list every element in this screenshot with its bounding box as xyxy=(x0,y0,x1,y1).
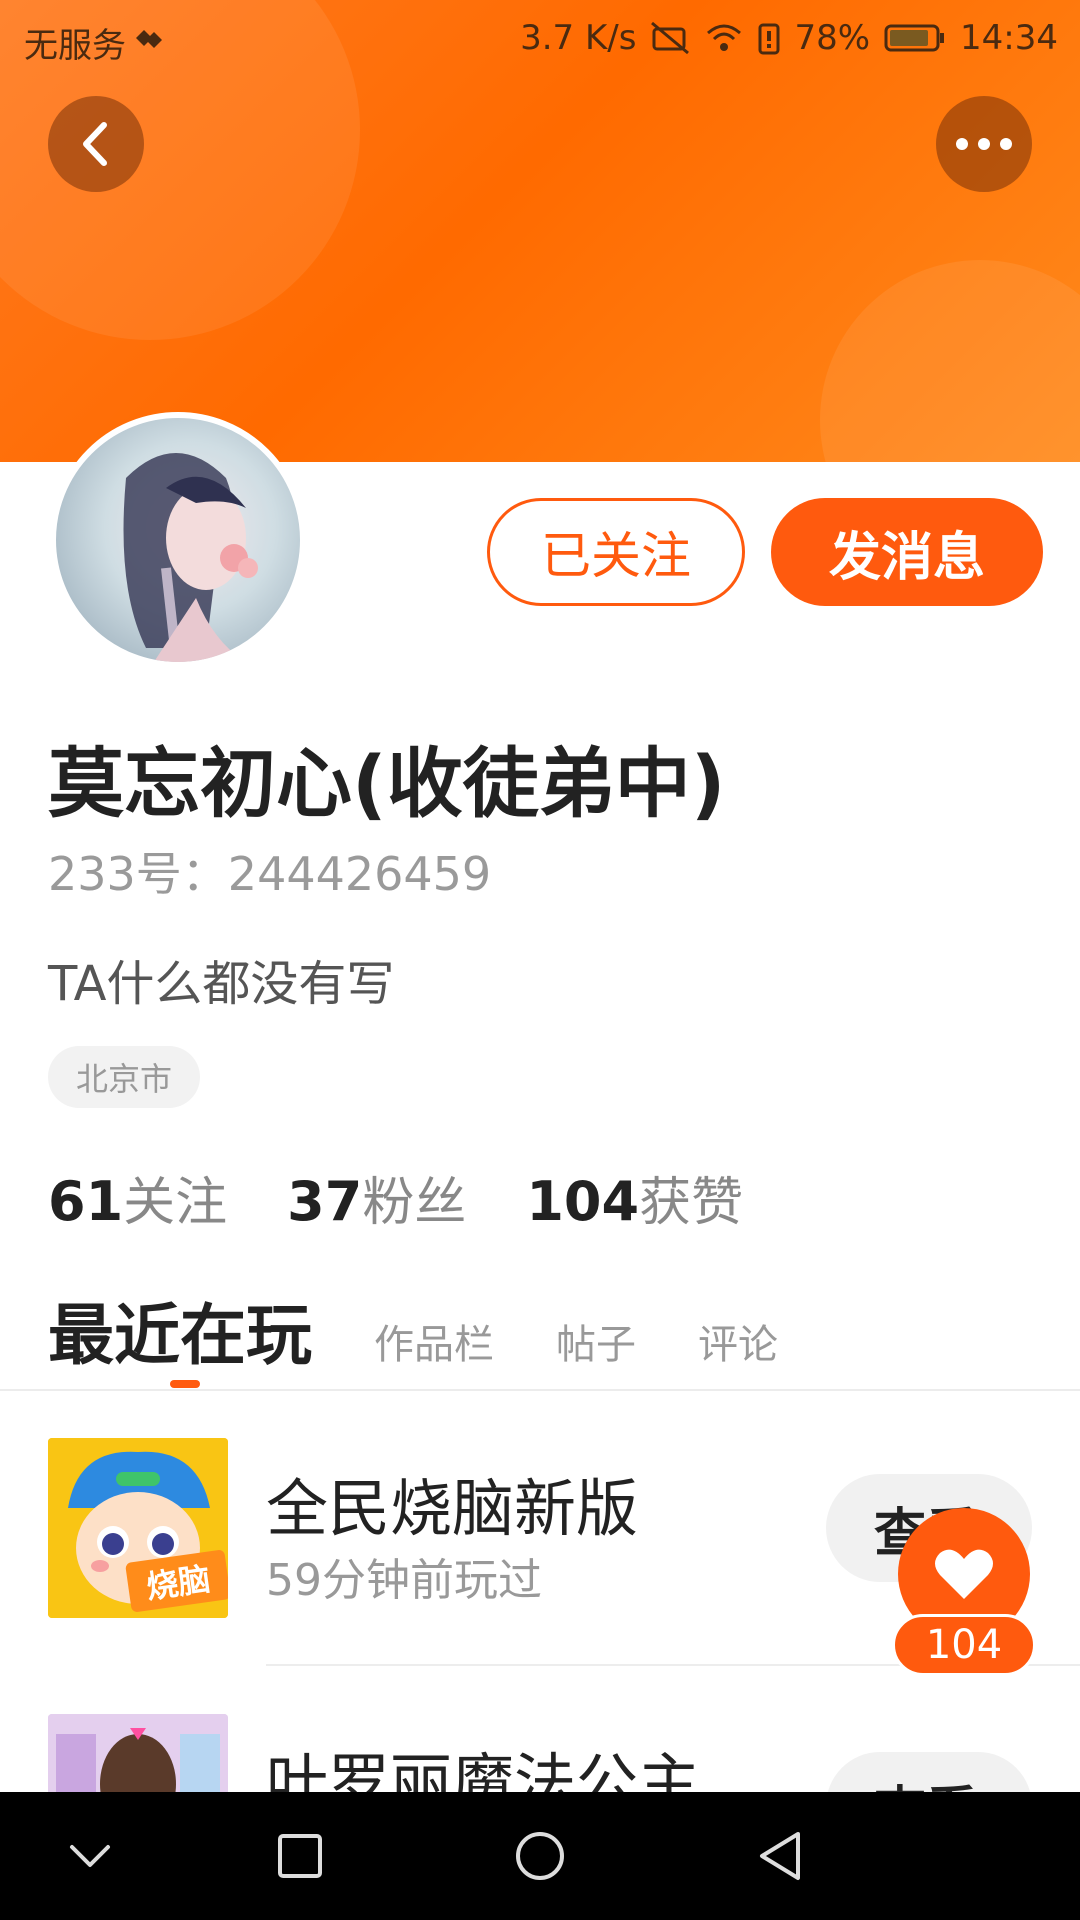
system-nav-bar xyxy=(0,1792,1080,1920)
battery-alert-icon xyxy=(758,23,780,55)
location-tag: 北京市 xyxy=(48,1046,201,1108)
decor-bubble xyxy=(820,260,1080,462)
net-speed-text: 3.7 K/s xyxy=(520,18,637,58)
send-message-button[interactable]: 发消息 xyxy=(771,498,1043,606)
game-icon xyxy=(48,1714,228,1792)
carrier-text: 无服务 xyxy=(24,26,126,66)
view-game-button[interactable]: 查看 xyxy=(826,1752,1032,1792)
stat-value: 37 xyxy=(287,1170,363,1233)
stat-label: 关注 xyxy=(123,1173,228,1233)
tab-posts[interactable]: 帖子 xyxy=(556,1312,636,1370)
chevron-down-icon xyxy=(70,1845,110,1867)
game-icon-art xyxy=(48,1714,228,1792)
game-title: 全民烧脑新版 xyxy=(266,1472,639,1545)
nav-collapse-button[interactable] xyxy=(50,1816,130,1896)
list-item[interactable]: 叶罗丽魔法公主 查看 xyxy=(0,1696,1080,1792)
status-left: 无服务 xyxy=(24,18,166,67)
clock-text: 14:34 xyxy=(960,18,1058,58)
floating-like-button[interactable]: 104 xyxy=(892,1508,1036,1676)
stat-following[interactable]: 61关注 xyxy=(48,1160,227,1235)
chevron-left-icon xyxy=(83,122,107,166)
game-title: 叶罗丽魔法公主 xyxy=(266,1746,701,1792)
game-icon: 烧脑 xyxy=(48,1438,228,1618)
back-button[interactable] xyxy=(48,96,144,192)
more-dots-icon xyxy=(956,138,1012,150)
profile-stats: 61关注 37粉丝 104获赞 xyxy=(48,1160,743,1235)
stat-value: 104 xyxy=(526,1170,640,1233)
more-options-button[interactable] xyxy=(936,96,1032,192)
nav-recents-button[interactable] xyxy=(260,1816,340,1896)
stat-label: 粉丝 xyxy=(362,1173,467,1233)
status-bar: 无服务 3.7 K/s 78% 14:34 xyxy=(0,0,1080,76)
tabs-divider xyxy=(0,1389,1080,1391)
stat-label: 获赞 xyxy=(639,1173,744,1233)
nav-back-button[interactable] xyxy=(740,1816,820,1896)
stat-fans[interactable]: 37粉丝 xyxy=(287,1160,466,1235)
tab-active-indicator xyxy=(170,1380,200,1388)
tab-comments[interactable]: 评论 xyxy=(698,1312,778,1370)
avatar[interactable] xyxy=(50,412,306,668)
stat-value: 61 xyxy=(48,1170,124,1233)
status-right: 3.7 K/s 78% 14:34 xyxy=(520,18,1058,58)
stat-likes: 104获赞 xyxy=(526,1160,743,1235)
like-count-badge: 104 xyxy=(892,1614,1036,1676)
user-id: 233号：244426459 xyxy=(48,847,492,901)
tab-works[interactable]: 作品栏 xyxy=(374,1312,494,1370)
signal-heart-icon xyxy=(136,29,162,48)
game-played-time: 59分钟前玩过 xyxy=(266,1555,542,1606)
triangle-back-icon xyxy=(760,1832,800,1880)
heart-icon xyxy=(935,1549,993,1599)
circle-icon xyxy=(516,1832,564,1880)
profile-header-banner: 无服务 3.7 K/s 78% 14:34 xyxy=(0,0,1080,462)
profile-name: 莫忘初心(收徒弟中) xyxy=(48,739,726,828)
square-icon xyxy=(278,1834,322,1878)
no-sim-icon xyxy=(651,21,690,55)
profile-tabs: 最近在玩 作品栏 帖子 评论 xyxy=(48,1282,840,1378)
tab-recently-played[interactable]: 最近在玩 xyxy=(48,1282,312,1378)
battery-percent-text: 78% xyxy=(794,18,871,58)
profile-bio: TA什么都没有写 xyxy=(48,956,395,1012)
battery-icon xyxy=(884,24,945,52)
avatar-illustration xyxy=(123,453,258,662)
wifi-icon xyxy=(707,24,742,51)
followed-button[interactable]: 已关注 xyxy=(487,498,745,606)
nav-home-button[interactable] xyxy=(500,1816,580,1896)
